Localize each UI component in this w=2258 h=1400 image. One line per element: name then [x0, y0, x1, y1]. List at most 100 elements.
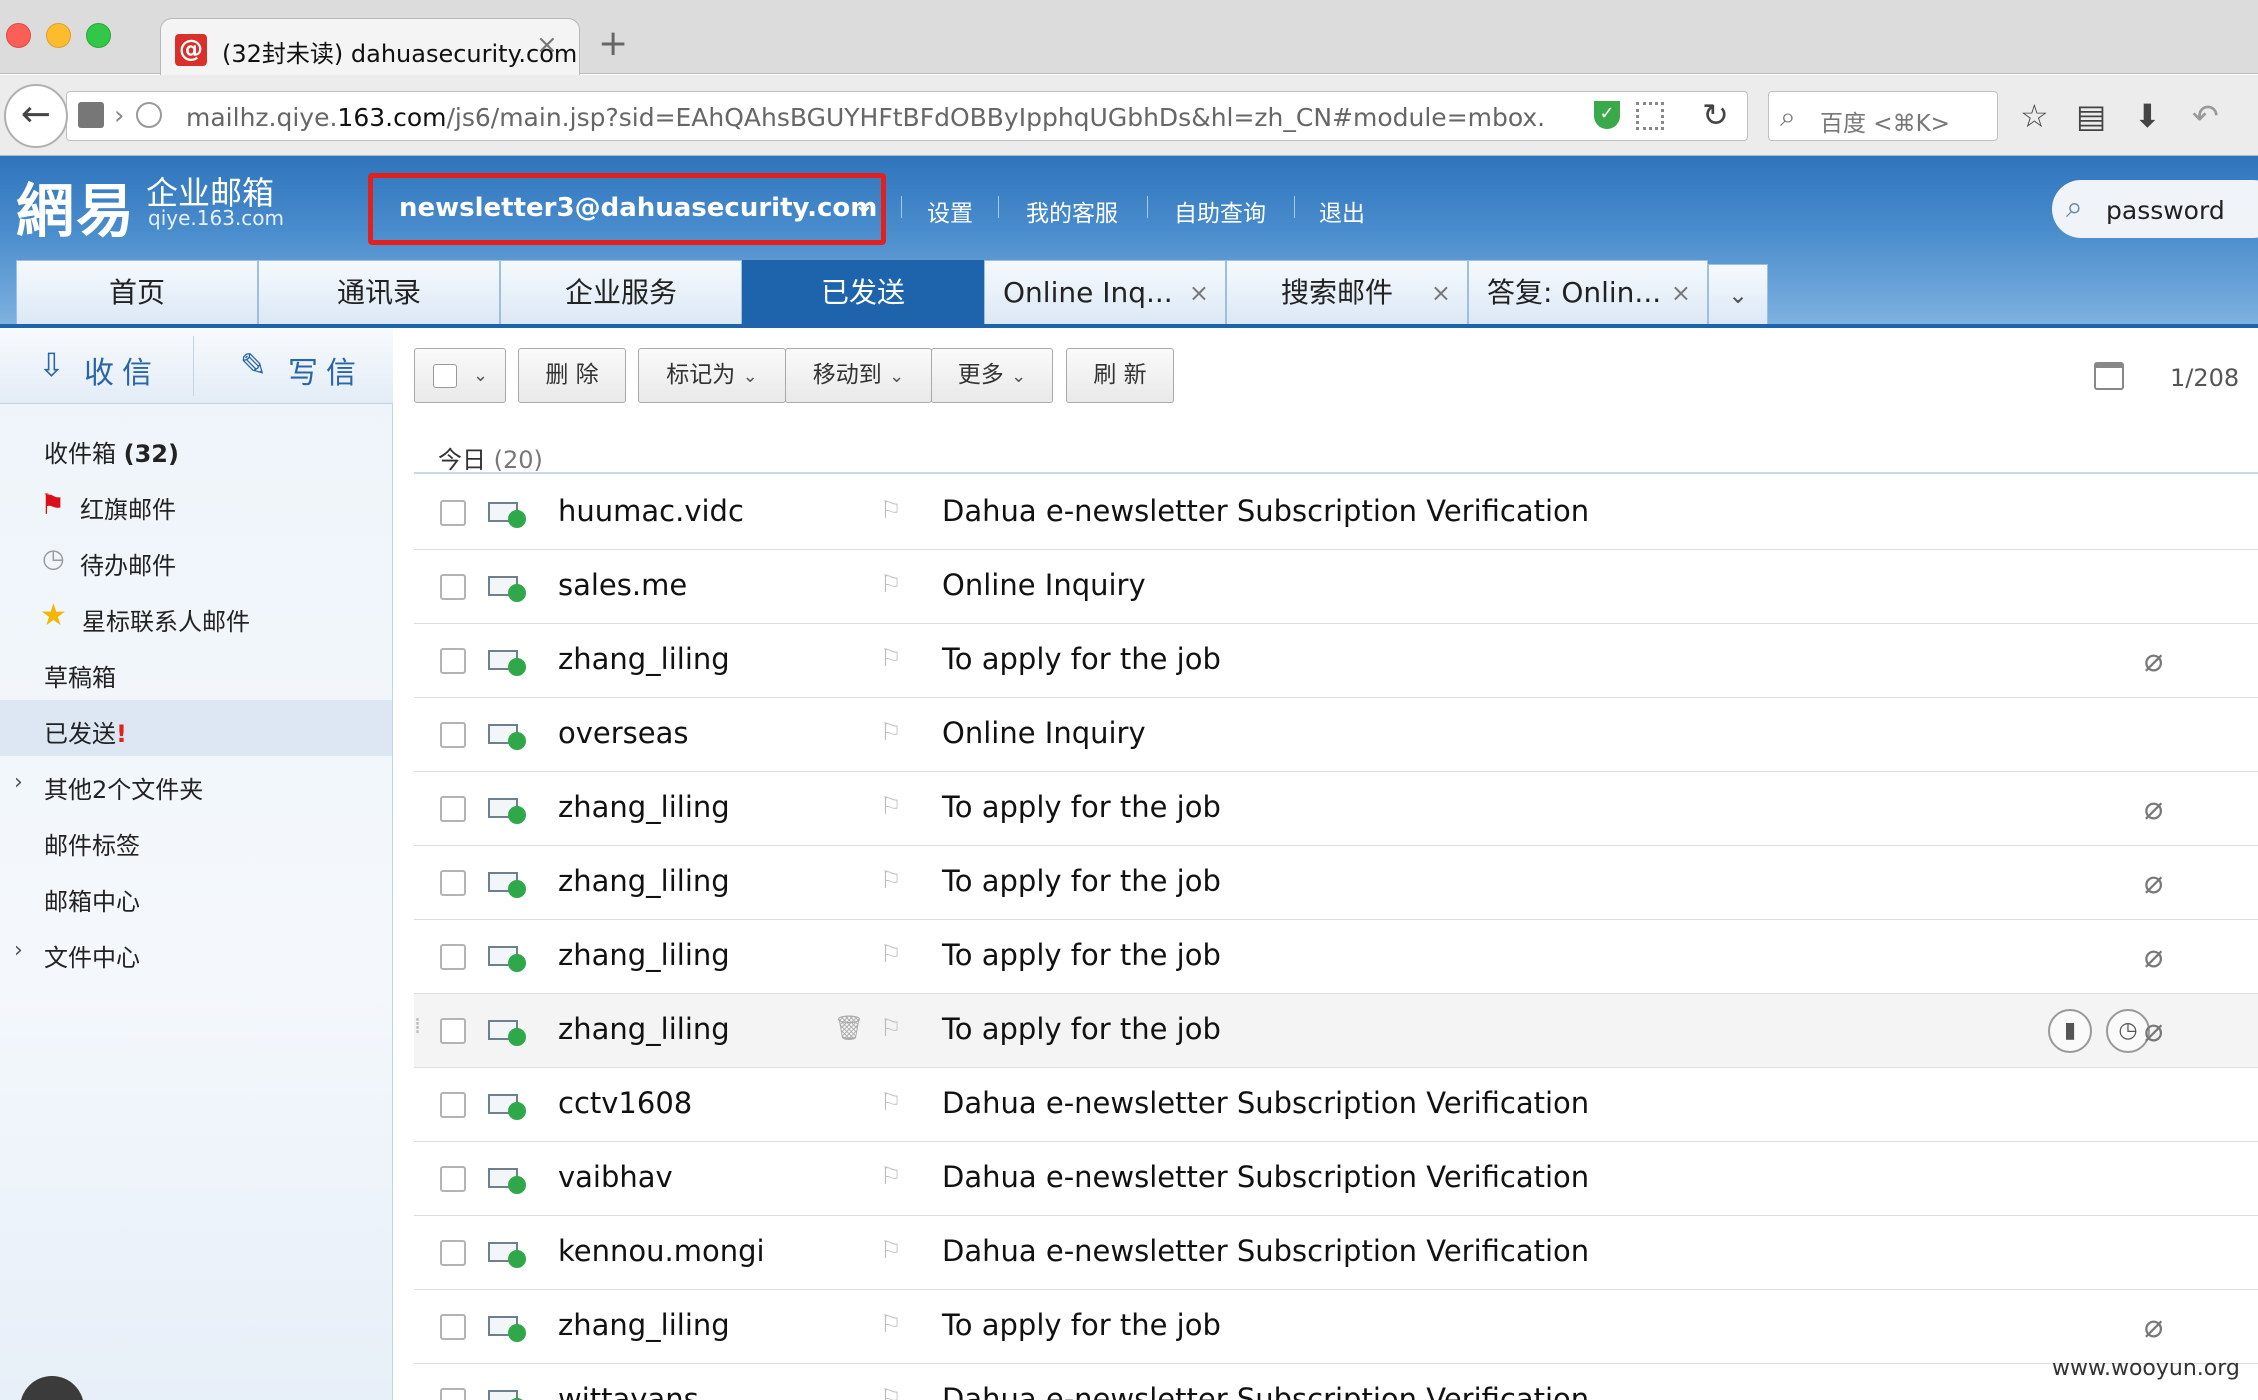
more-tabs-chevron-icon[interactable]: ⌄: [1708, 264, 1768, 326]
sidebar-item-other-folders[interactable]: 其他2个文件夹: [44, 770, 203, 805]
tab-online-inquiry[interactable]: Online Inq... ×: [984, 260, 1226, 326]
compose-pencil-icon[interactable]: ✎: [240, 346, 267, 384]
flag-icon[interactable]: ⚐: [880, 1014, 902, 1042]
table-row[interactable]: zhang_liling ⚐ To apply for the job ⌀: [414, 846, 2258, 920]
flag-icon[interactable]: ⚐: [880, 496, 902, 524]
flag-icon[interactable]: ⚐: [880, 570, 902, 598]
row-recipient[interactable]: cctv1608: [558, 1086, 692, 1120]
row-subject[interactable]: Dahua e-newsletter Subscription Verifica…: [942, 1086, 1589, 1120]
flag-icon[interactable]: ⚐: [880, 718, 902, 746]
mail-search-input[interactable]: password: [2106, 196, 2225, 225]
tab-search-mail[interactable]: 搜索邮件 ×: [1226, 260, 1468, 326]
self-help-link[interactable]: 自助查询: [1174, 194, 1266, 228]
close-icon[interactable]: ×: [1671, 261, 1691, 325]
flag-icon[interactable]: ⚐: [880, 644, 902, 672]
row-recipient[interactable]: overseas: [558, 716, 689, 750]
receive-button[interactable]: 收信: [84, 348, 160, 392]
page-indicator[interactable]: 1/208: [2170, 364, 2239, 392]
mark-as-button[interactable]: 标记为 ⌄: [638, 348, 786, 403]
row-checkbox[interactable]: [440, 1314, 466, 1340]
flag-icon[interactable]: ⚐: [880, 792, 902, 820]
row-recipient[interactable]: huumac.vidc: [558, 494, 744, 528]
row-recipient[interactable]: kennou.mongi: [558, 1234, 765, 1268]
row-subject[interactable]: To apply for the job: [942, 938, 1221, 972]
flag-icon[interactable]: ⚐: [880, 1162, 902, 1190]
close-icon[interactable]: ×: [1189, 261, 1209, 325]
table-row[interactable]: zhang_liling ⚐ To apply for the job ⌀: [414, 1290, 2258, 1364]
table-row[interactable]: huumac.vidc ⚐ Dahua e-newsletter Subscript…: [414, 476, 2258, 550]
row-subject[interactable]: Dahua e-newsletter Subscription Verifica…: [942, 1382, 1589, 1400]
row-subject[interactable]: Dahua e-newsletter Subscription Verifica…: [942, 1160, 1589, 1194]
row-checkbox[interactable]: [440, 1388, 466, 1400]
sidebar-item-sent[interactable]: 已发送!: [44, 714, 127, 749]
table-row[interactable]: sales.me ⚐ Online Inquiry: [414, 550, 2258, 624]
tab-contacts[interactable]: 通讯录: [258, 260, 500, 326]
row-subject[interactable]: Dahua e-newsletter Subscription Verifica…: [942, 1234, 1589, 1268]
row-checkbox[interactable]: [440, 870, 466, 896]
row-checkbox[interactable]: [440, 1240, 466, 1266]
reader-view-icon[interactable]: [78, 102, 104, 128]
row-checkbox[interactable]: [440, 796, 466, 822]
row-checkbox[interactable]: [440, 648, 466, 674]
sidebar-item-starred-contacts[interactable]: 星标联系人邮件: [82, 602, 250, 637]
calendar-icon[interactable]: [2094, 362, 2124, 390]
row-subject[interactable]: Online Inquiry: [942, 716, 1146, 750]
select-all-checkbox[interactable]: [433, 364, 457, 388]
row-recipient[interactable]: wittayans: [558, 1382, 699, 1400]
tab-enterprise-services[interactable]: 企业服务: [500, 260, 742, 326]
customer-service-link[interactable]: 我的客服: [1026, 194, 1118, 228]
row-subject[interactable]: To apply for the job: [942, 1012, 1221, 1046]
window-zoom-button[interactable]: [86, 23, 111, 48]
sidebar-item-todo[interactable]: 待办邮件: [80, 546, 176, 581]
move-to-button[interactable]: 移动到 ⌄: [785, 348, 932, 403]
bookmark-icon[interactable]: ▮: [2048, 1009, 2092, 1053]
row-recipient[interactable]: zhang_liling: [558, 642, 730, 676]
flag-icon[interactable]: ⚐: [880, 866, 902, 894]
sidebar-item-labels[interactable]: 邮件标签: [44, 826, 140, 861]
flag-icon[interactable]: ⚐: [880, 1236, 902, 1264]
back-button[interactable]: ←: [4, 84, 68, 148]
flag-icon[interactable]: ⚐: [880, 1310, 902, 1338]
reload-icon[interactable]: ↻: [1702, 96, 1729, 134]
row-recipient[interactable]: zhang_liling: [558, 1012, 730, 1046]
more-button[interactable]: 更多 ⌄: [931, 348, 1053, 403]
table-row[interactable]: zhang_liling ⚐ To apply for the job ⌀: [414, 920, 2258, 994]
sidebar-item-inbox[interactable]: 收件箱 (32): [44, 434, 179, 469]
inbox-download-icon[interactable]: ⇩: [38, 346, 65, 384]
window-minimize-button[interactable]: [46, 23, 71, 48]
tab-reply-online[interactable]: 答复: Onlin... ×: [1468, 260, 1708, 326]
drag-handle-icon[interactable]: ⁞: [414, 1014, 421, 1039]
flag-icon[interactable]: ⚐: [880, 1384, 902, 1400]
row-checkbox[interactable]: [440, 1166, 466, 1192]
account-switcher[interactable]: newsletter3@dahuasecurity.com: [399, 193, 877, 223]
row-checkbox[interactable]: [440, 500, 466, 526]
settings-link[interactable]: 设置: [927, 194, 973, 228]
table-row[interactable]: cctv1608 ⚐ Dahua e-newsletter Subscription…: [414, 1068, 2258, 1142]
table-row[interactable]: kennou.mongi ⚐ Dahua e-newsletter Subscrip…: [414, 1216, 2258, 1290]
bookmark-star-icon[interactable]: ☆: [2020, 97, 2049, 135]
table-row[interactable]: zhang_liling ⚐ To apply for the job ⌀: [414, 624, 2258, 698]
select-all-dropdown[interactable]: ⌄: [414, 348, 506, 403]
compose-button[interactable]: 写信: [288, 348, 364, 392]
trash-icon[interactable]: 🗑: [834, 1014, 864, 1042]
tab-close-icon[interactable]: ×: [536, 30, 558, 60]
url-text[interactable]: mailhz.qiye.163.com/js6/main.jsp?sid=EAh…: [186, 103, 1546, 132]
row-subject[interactable]: Online Inquiry: [942, 568, 1146, 602]
row-recipient[interactable]: zhang_liling: [558, 938, 730, 972]
history-back-icon[interactable]: ↶: [2192, 97, 2219, 135]
row-checkbox[interactable]: [440, 944, 466, 970]
row-recipient[interactable]: vaibhav: [558, 1160, 673, 1194]
row-checkbox[interactable]: [440, 1018, 466, 1044]
table-row[interactable]: zhang_liling ⚐ To apply for the job ⌀: [414, 772, 2258, 846]
close-icon[interactable]: ×: [1431, 261, 1451, 325]
security-shield-icon[interactable]: ✓: [1594, 101, 1620, 129]
refresh-button[interactable]: 刷 新: [1066, 348, 1174, 403]
sidebar-item-mailbox-center[interactable]: 邮箱中心: [44, 882, 140, 917]
tab-sent[interactable]: 已发送: [742, 260, 984, 326]
row-checkbox[interactable]: [440, 722, 466, 748]
flag-icon[interactable]: ⚐: [880, 1088, 902, 1116]
row-subject[interactable]: To apply for the job: [942, 642, 1221, 676]
qr-code-icon[interactable]: [1636, 102, 1664, 130]
row-subject[interactable]: To apply for the job: [942, 790, 1221, 824]
table-row[interactable]: wittayans ⚐ Dahua e-newsletter Subscriptio…: [414, 1364, 2258, 1400]
